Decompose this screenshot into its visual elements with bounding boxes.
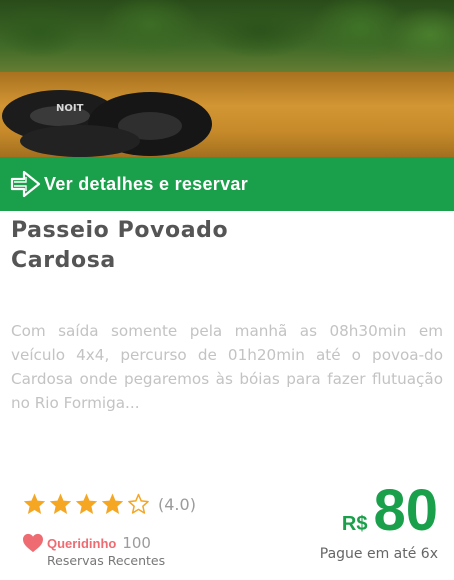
tour-description: Com saída somente pela manhã as 08h30min…: [11, 322, 443, 412]
star-icon: [49, 493, 72, 514]
star-icon: [75, 493, 98, 514]
rating-stars: (4.0): [22, 492, 196, 516]
recent-bookings-label: Reservas Recentes: [47, 553, 166, 568]
tour-title-line1: Passeio Povoado: [11, 218, 229, 243]
price-currency: R$: [341, 513, 368, 535]
price: R$ 80: [342, 480, 438, 542]
arrow-right-icon: [10, 170, 41, 198]
riverbank-vegetation: [0, 0, 454, 76]
price-amount: 80: [373, 478, 438, 543]
favorite-badge: Queridinho 100: [22, 533, 151, 553]
heart-icon: [23, 533, 43, 553]
installments-text: Pague em até 6x: [319, 546, 438, 562]
view-details-label: Ver detalhes e reservar: [44, 173, 249, 194]
favorite-label: Queridinho: [47, 535, 117, 551]
view-details-button[interactable]: Ver detalhes e reservar: [0, 157, 454, 211]
svg-text:NOIT: NOIT: [56, 103, 84, 114]
tour-title[interactable]: Passeio Povoado Cardosa: [11, 216, 311, 276]
favorite-count: 100: [122, 534, 151, 552]
tour-image[interactable]: NOIT: [0, 0, 454, 157]
rating-value: (4.0): [158, 494, 196, 514]
star-outline-icon: [128, 493, 149, 514]
inner-tube-image: NOIT: [2, 90, 212, 157]
tour-title-line2: Cardosa: [11, 248, 116, 273]
star-icon: [23, 493, 46, 514]
star-icon: [101, 493, 124, 514]
